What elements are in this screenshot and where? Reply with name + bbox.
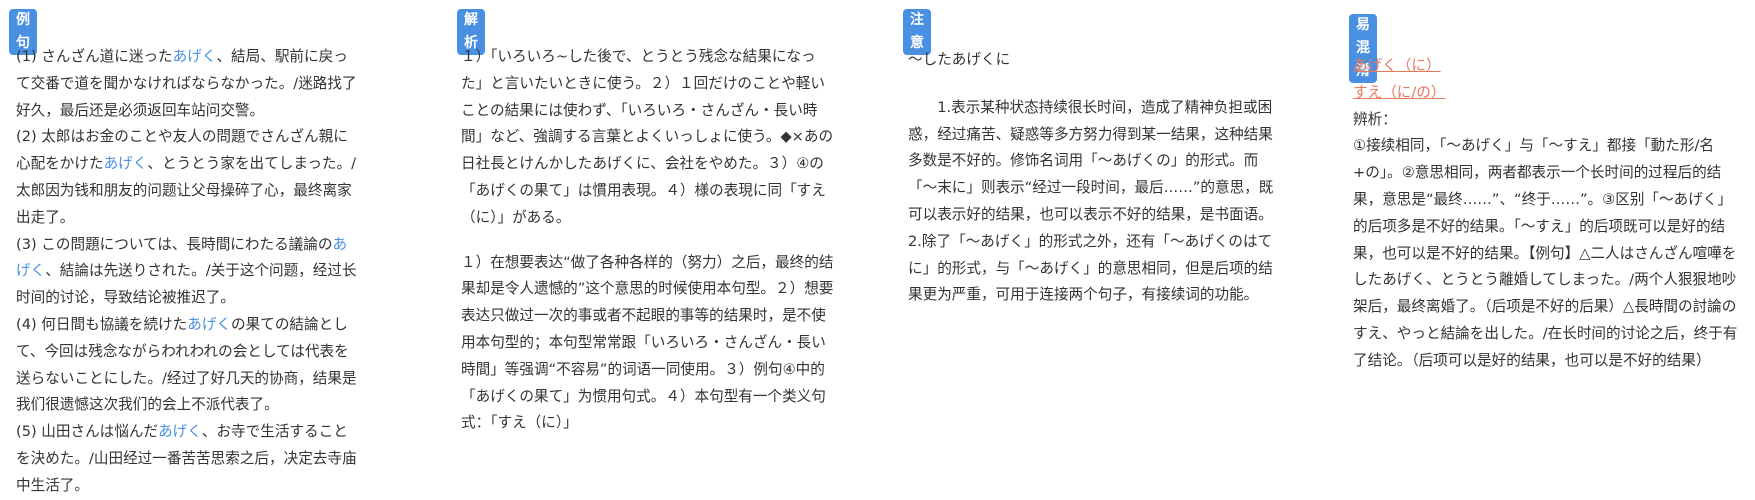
- confusables-body: あげく（に） すえ（に/の） 辨析： ①接续相同，「～あげく」与「～すえ」都接「…: [1353, 53, 1739, 375]
- comparison-text: ①接续相同，「～あげく」与「～すえ」都接「動た形/名+の」。②意思相同，两者都表…: [1353, 137, 1738, 369]
- comparison-label: 辨析：: [1353, 110, 1397, 128]
- example-sentence-4: (4) 何日間も協議を続けたあげくの果ての結論として、今回は残念ながらわれわれの…: [16, 315, 357, 414]
- notes-heading: ～したあげくに: [908, 51, 1011, 68]
- keyword-highlight: あげく: [187, 315, 232, 333]
- analysis-chinese: １）在想要表达“做了各种各样的（努力）之后，最终的结果却是令人遗憾的”这个意思的…: [461, 253, 834, 432]
- example-sentence-2: (2) 太郎はお金のことや友人の問題でさんざん親に心配をかけたあげく、とうとう家…: [16, 128, 357, 226]
- analysis-body: １）「いろいろ~した後で、とうとう残念な結果になった」と言いたいときに使う。２）…: [461, 44, 837, 437]
- notes-point-1: 1.表示某种状态持续很长时间，造成了精神负担或困惑，经过痛苦、疑惑等多方努力得到…: [908, 98, 1274, 223]
- keyword-highlight: あげく: [158, 423, 202, 441]
- example-sentence-1: (1) さんざん道に迷ったあげく、結局、駅前に戻って交番で道を聞かなければならな…: [16, 48, 357, 119]
- example-sentence-3: (3) この問題については、長時間にわたる議論のあげく、結論は先送りされた。/关…: [16, 235, 357, 307]
- example-sentences-body: (1) さんざん道に迷ったあげく、結局、駅前に戻って交番で道を聞かなければならな…: [16, 44, 358, 500]
- notes-body: ～したあげくに 1.表示某种状态持续很长时间，造成了精神负担或困惑，经过痛苦、疑…: [908, 47, 1284, 309]
- analysis-japanese: １）「いろいろ~した後で、とうとう残念な結果になった」と言いたいときに使う。２）…: [461, 48, 834, 226]
- keyword-highlight: あげく: [172, 48, 217, 65]
- example-sentence-5: (5) 山田さんは悩んだあげく、お寺で生活することを決めた。/山田经过一番苦苦思…: [16, 423, 357, 494]
- keyword-highlight: あげく: [103, 155, 148, 173]
- confusable-link-sue[interactable]: すえ（に/の）: [1353, 80, 1739, 107]
- confusable-link-ageku[interactable]: あげく（に）: [1353, 53, 1739, 80]
- notes-point-2: 2.除了「～あげく」的形式之外，还有「～あげくのはてに」的形式，与「～あげく」的…: [908, 232, 1273, 304]
